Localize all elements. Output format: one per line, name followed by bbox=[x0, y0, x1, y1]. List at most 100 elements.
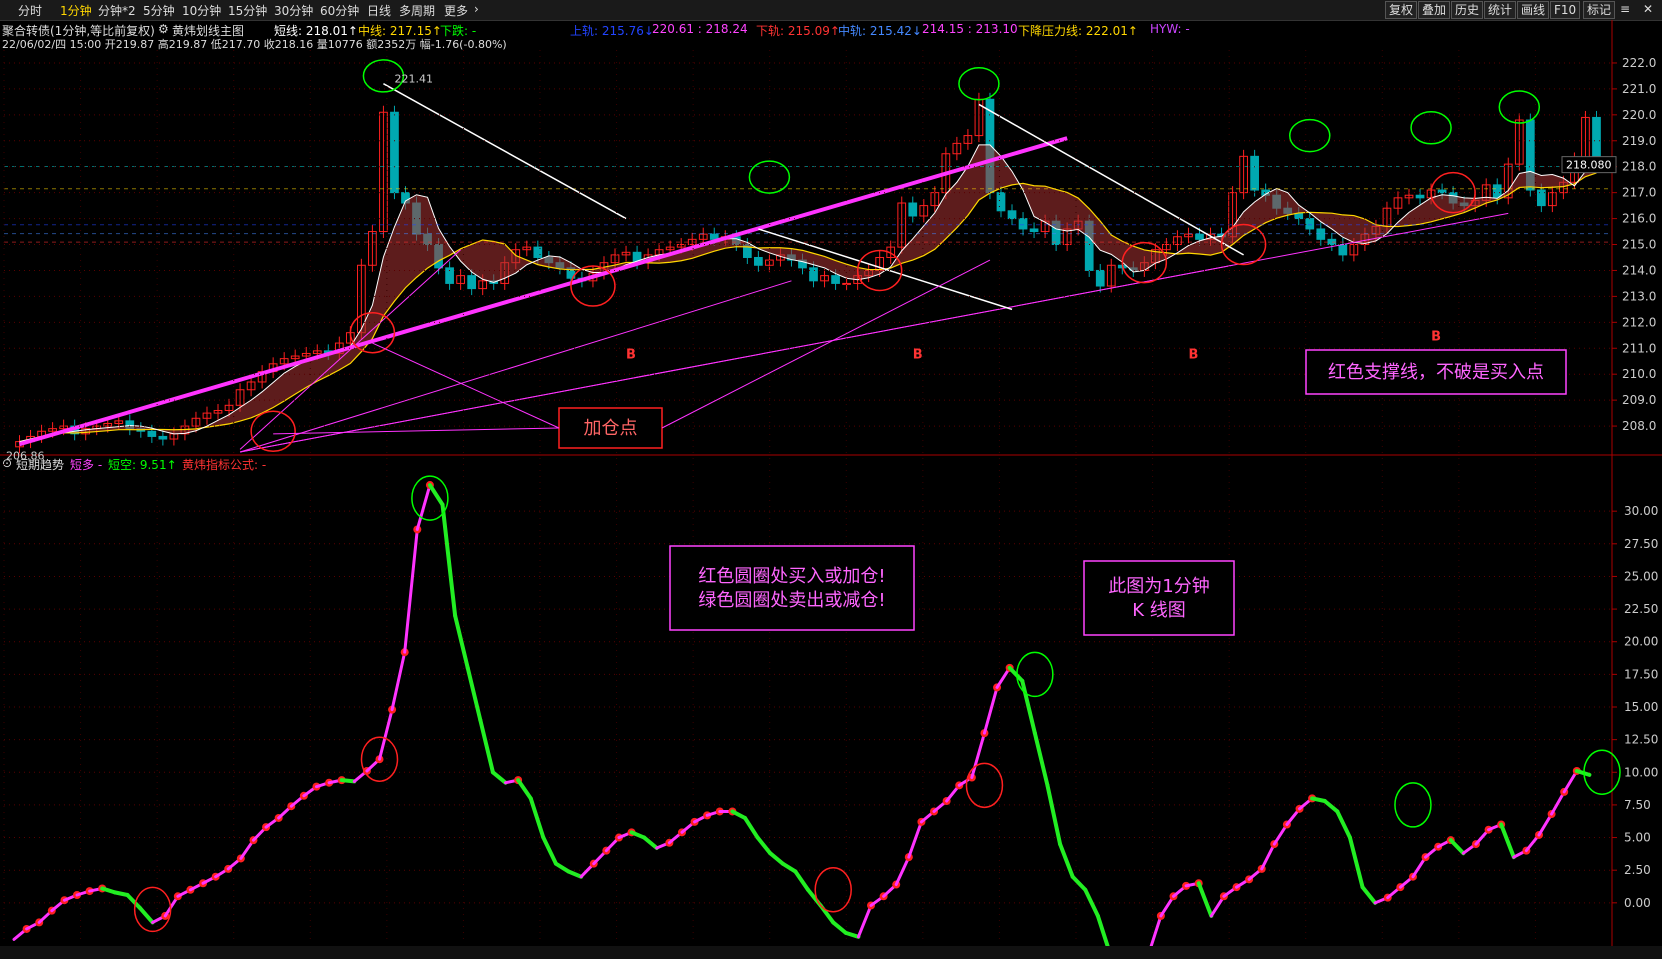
osc-down-segment bbox=[339, 778, 357, 784]
osc-up-segment bbox=[403, 527, 419, 654]
buy-circle bbox=[250, 410, 296, 453]
osc-sell-circle bbox=[1394, 782, 1432, 828]
price-tick-label: 213.0 bbox=[1622, 289, 1656, 303]
candle-body bbox=[831, 275, 840, 284]
osc-up-segment bbox=[390, 650, 407, 712]
annotation-connector bbox=[661, 259, 991, 429]
price-tick-label: 212.0 bbox=[1622, 315, 1656, 329]
price-tick-label: 220.0 bbox=[1622, 108, 1656, 122]
chart-period-note-box bbox=[1083, 560, 1235, 636]
candle-body bbox=[390, 111, 399, 194]
b-marker-label: B bbox=[1188, 348, 1198, 363]
osc-down-segment bbox=[478, 718, 495, 775]
sell-circle bbox=[1410, 111, 1452, 145]
b-marker-label: B bbox=[913, 348, 923, 363]
price-tick-label: 215.0 bbox=[1622, 238, 1656, 252]
pressure-line bbox=[758, 228, 1013, 311]
pressure-line bbox=[978, 103, 1244, 256]
osc-down-segment bbox=[1070, 874, 1088, 892]
osc-tick-label: 22.50 bbox=[1624, 602, 1658, 616]
candle-body bbox=[1415, 194, 1425, 199]
osc-down-segment bbox=[1045, 783, 1063, 847]
time-axis-bar bbox=[0, 946, 1662, 959]
osc-down-segment bbox=[1335, 809, 1352, 840]
osc-down-segment bbox=[1007, 665, 1025, 683]
osc-buy-circle bbox=[814, 867, 852, 913]
osc-down-segment bbox=[629, 830, 647, 840]
osc-tick-label: 10.00 bbox=[1624, 765, 1658, 779]
sell-circle bbox=[1289, 118, 1331, 153]
osc-down-segment bbox=[793, 869, 810, 892]
osc-down-segment bbox=[1032, 731, 1050, 788]
trend-line bbox=[239, 249, 461, 450]
osc-down-segment bbox=[642, 835, 659, 850]
candle-body bbox=[1305, 218, 1315, 230]
candle-body bbox=[1250, 155, 1259, 191]
osc-up-segment bbox=[377, 708, 394, 761]
osc-up-segment bbox=[970, 731, 986, 779]
osc-down-segment bbox=[742, 815, 760, 840]
osc-tick-label: 30.00 bbox=[1624, 504, 1658, 518]
candle-body bbox=[1195, 233, 1204, 240]
osc-tick-label: 15.00 bbox=[1624, 700, 1658, 714]
osc-down-segment bbox=[427, 483, 445, 507]
osc-down-segment bbox=[1499, 822, 1516, 860]
price-high-label: 221.41 bbox=[394, 72, 433, 85]
osc-down-segment bbox=[768, 851, 785, 866]
osc-tick-label: 12.50 bbox=[1624, 733, 1658, 747]
osc-tick-label: 27.50 bbox=[1624, 537, 1658, 551]
trend-line bbox=[18, 136, 1068, 447]
osc-down-segment bbox=[453, 613, 470, 670]
candle-body bbox=[996, 192, 1006, 212]
support-line-text: 红色支撑线，不破是买入点 bbox=[1328, 362, 1544, 383]
osc-down-segment bbox=[465, 665, 483, 723]
osc-down-segment bbox=[1322, 799, 1340, 814]
candle-body bbox=[1294, 212, 1304, 220]
candle-body bbox=[467, 275, 477, 290]
osc-tick-label: 17.50 bbox=[1624, 667, 1658, 681]
osc-down-segment bbox=[1083, 887, 1100, 918]
osc-down-segment bbox=[843, 930, 861, 939]
osc-down-segment bbox=[755, 835, 773, 856]
candle-body bbox=[1029, 228, 1039, 233]
osc-up-segment bbox=[856, 903, 873, 939]
candle-body bbox=[158, 435, 168, 440]
price-tick-label: 222.0 bbox=[1622, 56, 1656, 70]
price-tick-label: 214.0 bbox=[1622, 263, 1656, 277]
osc-down-segment bbox=[528, 796, 546, 840]
candle-body bbox=[1095, 269, 1105, 287]
circle-note-line-2: 绿色圆圈处卖出或减仓! bbox=[698, 590, 885, 611]
candle-body bbox=[1018, 218, 1028, 230]
price-tick-label: 210.0 bbox=[1622, 367, 1656, 381]
osc-up-segment bbox=[907, 820, 923, 859]
osc-up-segment bbox=[1260, 842, 1276, 871]
price-tick-label: 216.0 bbox=[1622, 212, 1656, 226]
chart-note-line-1: 此图为1分钟 bbox=[1108, 576, 1209, 597]
price-tick-label: 218.0 bbox=[1622, 160, 1656, 174]
candle-body bbox=[533, 246, 543, 258]
osc-up-segment bbox=[894, 855, 911, 887]
osc-down-segment bbox=[1360, 885, 1378, 905]
circle-note-line-1: 红色圆圈处买入或加仓! bbox=[698, 566, 885, 587]
candle-body bbox=[1316, 228, 1326, 240]
add-position-text: 加仓点 bbox=[584, 418, 638, 439]
candle-body bbox=[1592, 116, 1601, 163]
price-tick-label: 219.0 bbox=[1622, 134, 1656, 148]
osc-up-segment bbox=[415, 483, 432, 531]
circle-legend-note-box bbox=[669, 545, 915, 631]
candle-body bbox=[1338, 244, 1348, 256]
price-tick-label: 209.0 bbox=[1622, 393, 1656, 407]
candle-body bbox=[754, 256, 763, 266]
ma-ribbon bbox=[19, 144, 1597, 442]
candle-body bbox=[1007, 210, 1017, 220]
osc-tick-label: 25.00 bbox=[1624, 569, 1658, 583]
osc-tick-label: 0.00 bbox=[1624, 896, 1651, 910]
osc-down-segment bbox=[1196, 881, 1214, 918]
price-tick-label: 208.0 bbox=[1622, 419, 1656, 433]
osc-tick-label: 5.00 bbox=[1624, 831, 1651, 845]
b-marker-label: B bbox=[1431, 329, 1441, 344]
last-price-label: 218.080 bbox=[1566, 159, 1612, 172]
osc-down-segment bbox=[541, 835, 558, 866]
osc-down-segment bbox=[1448, 838, 1466, 856]
osc-tick-label: 7.50 bbox=[1624, 798, 1651, 812]
